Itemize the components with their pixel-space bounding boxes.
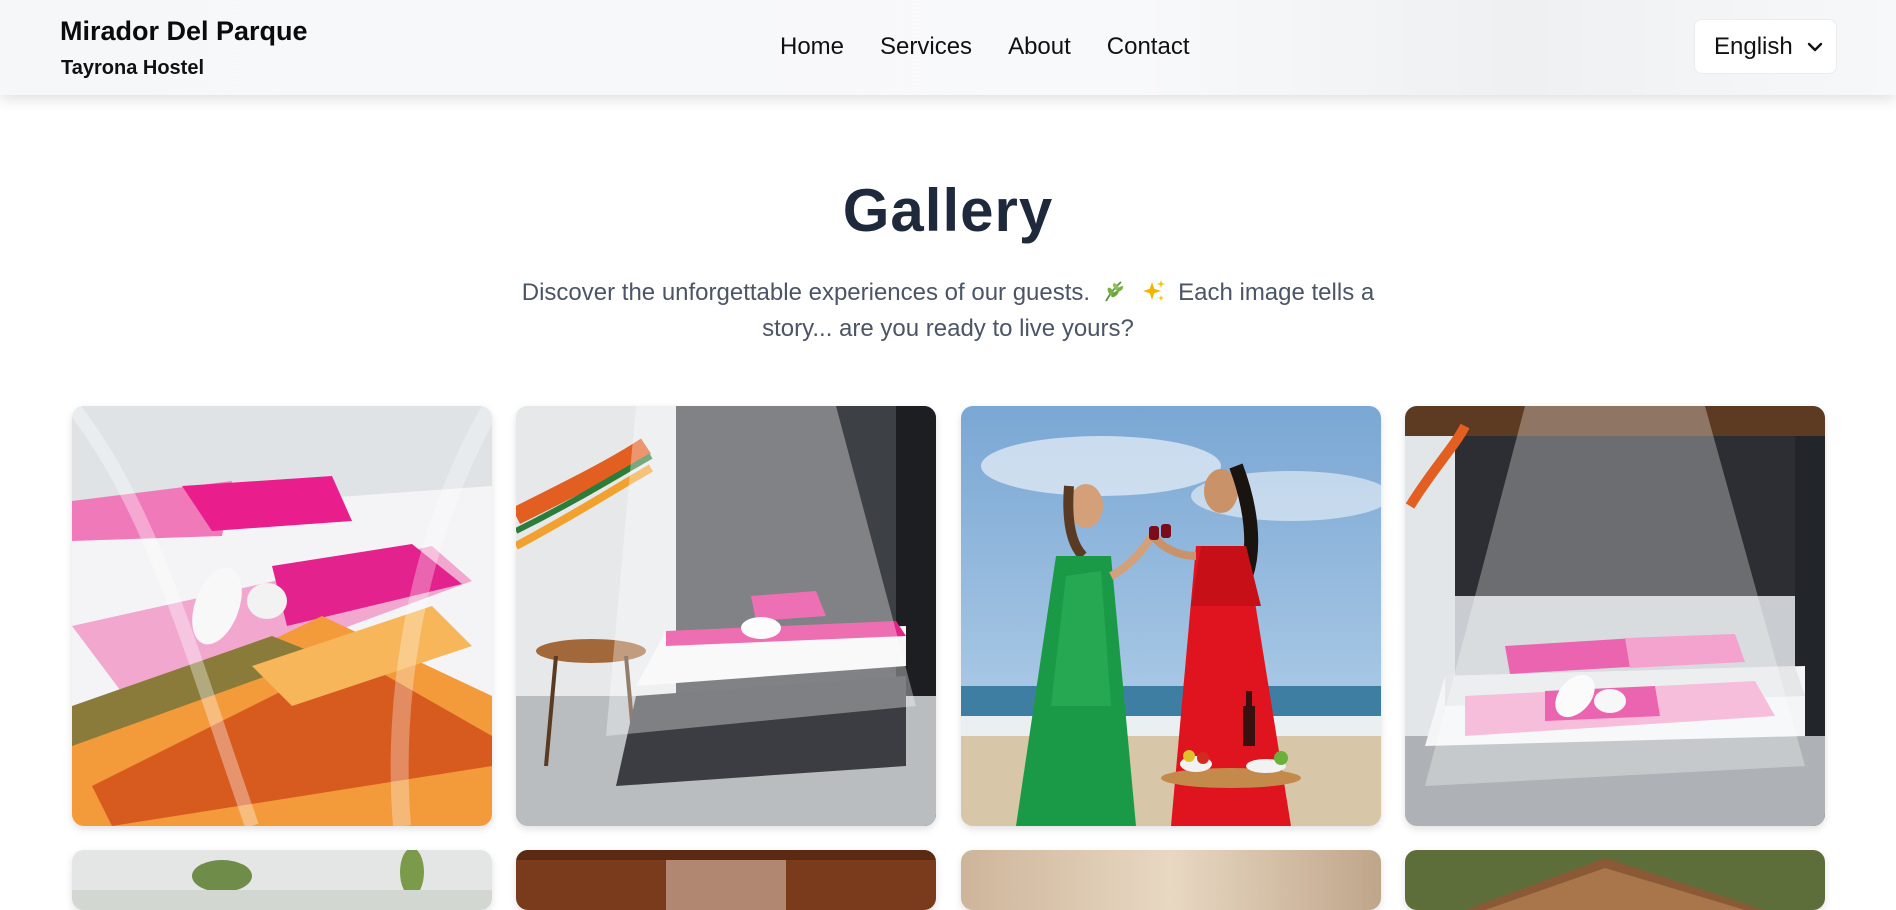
bed-with-mosquito-net-and-hammock-photo [72, 406, 492, 826]
gallery-photo-2[interactable] [516, 406, 936, 826]
gallery-photo-1[interactable] [72, 406, 492, 826]
language-select-value: English [1714, 32, 1793, 60]
brand-title: Mirador Del Parque [60, 16, 308, 46]
sunset-sky-photo [961, 850, 1381, 910]
sparkles-icon [1143, 280, 1166, 301]
canopy-bed-with-pink-linens-photo [1405, 406, 1825, 826]
gallery-title: Gallery [842, 177, 1054, 244]
gallery-photo-6[interactable] [516, 850, 936, 910]
nav-about-link[interactable]: About [1008, 33, 1071, 61]
gallery-description: Discover the unforgettable experiences o… [520, 275, 1376, 347]
gallery-description-start: Discover the unforgettable experiences o… [521, 279, 1091, 306]
wooden-room-photo [516, 850, 936, 910]
nav-home-link[interactable]: Home [780, 33, 844, 61]
gallery-photo-3[interactable] [961, 406, 1381, 826]
herb-icon [1104, 281, 1124, 302]
thatched-roof-cabin-photo [1405, 850, 1825, 910]
gallery-photo-5[interactable] [72, 850, 492, 910]
chevron-down-icon [1807, 42, 1823, 52]
canopy-bed-room-with-hammock-photo [516, 406, 936, 826]
garden-palm-photo [72, 850, 492, 910]
two-women-toasting-on-beach-photo [961, 406, 1381, 826]
gallery-photo-8[interactable] [1405, 850, 1825, 910]
brand[interactable]: Mirador Del Parque Tayrona Hostel [60, 16, 308, 80]
nav-services-link[interactable]: Services [880, 33, 972, 61]
nav-contact-link[interactable]: Contact [1107, 33, 1190, 61]
language-select[interactable]: English [1694, 19, 1837, 74]
brand-subtitle: Tayrona Hostel [61, 57, 204, 79]
gallery-photo-7[interactable] [961, 850, 1381, 910]
main-nav: Home Services About Contact [780, 33, 1190, 61]
gallery-photo-4[interactable] [1405, 406, 1825, 826]
top-navbar: Mirador Del Parque Tayrona Hostel Home S… [0, 0, 1896, 95]
